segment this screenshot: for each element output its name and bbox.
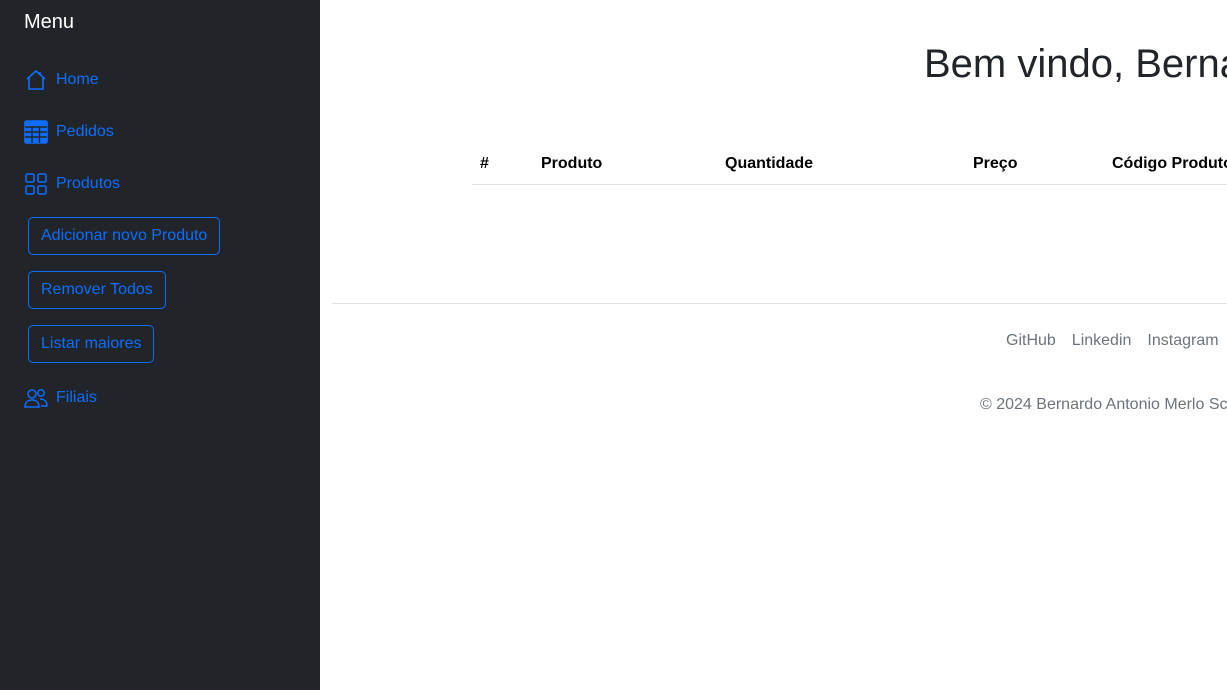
sidebar: Menu Home Pedidos Produtos Adicionar nov…: [0, 0, 320, 690]
sidebar-title: Menu: [24, 11, 75, 33]
column-header-product: Produto: [533, 144, 717, 185]
page-title: Bem vindo, Berna: [924, 42, 1227, 86]
table-icon: [24, 120, 48, 144]
column-header-product-code: Código Produto: [1104, 144, 1227, 185]
add-product-button[interactable]: Adicionar novo Produto: [28, 217, 221, 255]
sidebar-item-pedidos[interactable]: Pedidos: [24, 120, 114, 144]
sidebar-item-label: Produtos: [56, 175, 121, 192]
sidebar-item-label: Filiais: [56, 389, 97, 406]
copyright-text: © 2024 Bernardo Antonio Merlo Sc: [980, 396, 1227, 413]
footer-link-linkedin[interactable]: Linkedin: [1072, 332, 1132, 350]
column-header-price: Preço: [965, 144, 1104, 185]
sidebar-item-label: Pedidos: [56, 123, 114, 140]
sidebar-item-label: Home: [56, 71, 99, 88]
footer-links: GitHub Linkedin Instagram: [1006, 332, 1227, 350]
column-header-index: #: [472, 144, 533, 185]
sidebar-item-produtos[interactable]: Produtos: [24, 172, 120, 196]
column-header-quantity: Quantidade: [717, 144, 965, 185]
grid-icon: [25, 173, 47, 195]
table-header-row: # Produto Quantidade Preço Código Produt…: [472, 144, 1227, 185]
footer-divider: [332, 303, 1227, 304]
house-icon: [26, 69, 46, 90]
main-content: Bem vindo, Berna # Produto Quantidade Pr…: [320, 0, 1227, 690]
sidebar-item-home[interactable]: Home: [24, 68, 99, 92]
remove-all-button[interactable]: Remover Todos: [28, 271, 166, 309]
footer-link-instagram[interactable]: Instagram: [1147, 332, 1218, 350]
list-largest-button[interactable]: Listar maiores: [28, 325, 155, 363]
sidebar-item-filiais[interactable]: Filiais: [24, 386, 97, 410]
footer-link-github[interactable]: GitHub: [1006, 332, 1056, 350]
people-icon: [24, 389, 48, 408]
products-table: # Produto Quantidade Preço Código Produt…: [472, 144, 1227, 185]
